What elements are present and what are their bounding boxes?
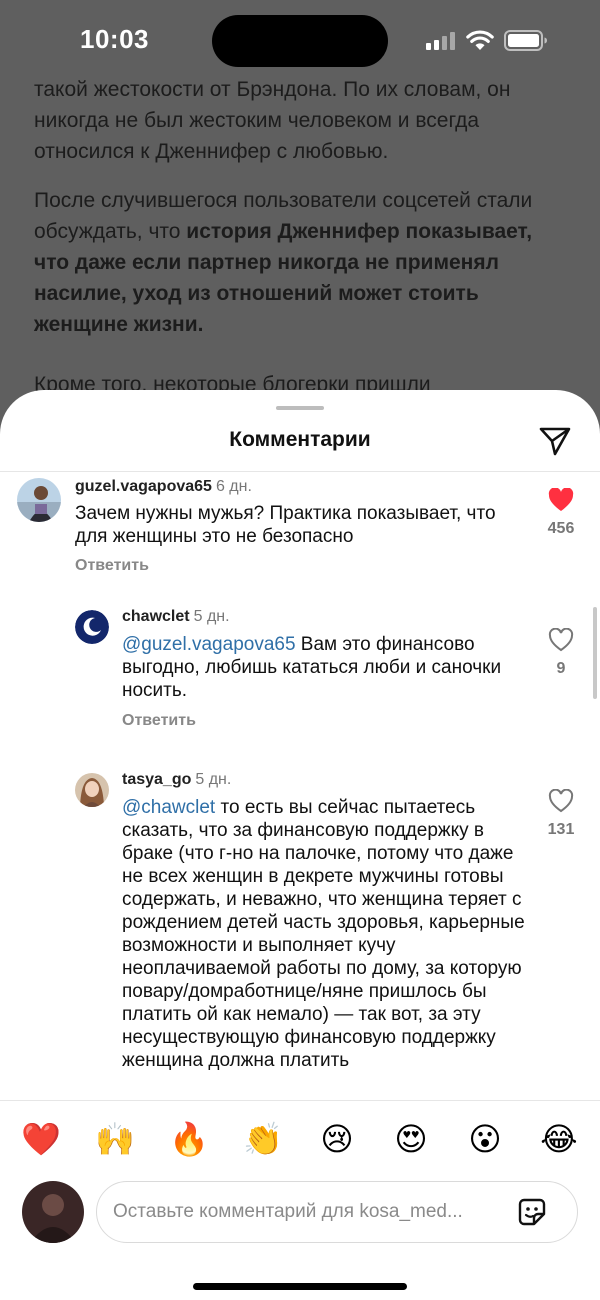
- reaction-clap[interactable]: 👏: [243, 1119, 283, 1159]
- like-group: 9: [536, 628, 586, 678]
- comment-time: 5 дн.: [193, 608, 230, 625]
- username-text: chawclet: [122, 608, 190, 625]
- reaction-cry[interactable]: 😢: [317, 1119, 357, 1159]
- scrollbar[interactable]: [593, 607, 597, 699]
- sheet-grabber[interactable]: [276, 406, 324, 410]
- comment-composer: ❤️ 🙌 🔥 👏 😢 😍 😮 😂: [0, 1100, 600, 1300]
- like-group: 131: [536, 789, 586, 839]
- battery-icon: [504, 30, 547, 51]
- reaction-surprised[interactable]: 😮: [465, 1119, 505, 1159]
- like-count: 131: [547, 821, 575, 838]
- cellular-signal-icon: [426, 32, 456, 50]
- status-bar: 10:03: [0, 0, 600, 80]
- heart-outline-icon[interactable]: [548, 628, 574, 652]
- wifi-icon: [466, 30, 494, 50]
- comment-username[interactable]: tasya_go 5 дн.: [122, 771, 231, 789]
- comment-input-box: [96, 1181, 578, 1243]
- comment: tasya_go 5 дн. @chawclet то есть вы сейча…: [0, 769, 600, 1099]
- reaction-heart-eyes[interactable]: 😍: [391, 1119, 431, 1159]
- reaction-fire[interactable]: 🔥: [169, 1119, 209, 1159]
- comment-text: Зачем нужны мужья? Практика показывает, …: [75, 503, 496, 547]
- reply-button[interactable]: Ответить: [75, 557, 149, 575]
- heart-outline-icon[interactable]: [548, 789, 574, 813]
- current-user-avatar[interactable]: [22, 1181, 84, 1243]
- comment: chawclet 5 дн. @guzel.vagapova65 Вам это …: [0, 606, 600, 766]
- mention-link[interactable]: @guzel.vagapova65: [122, 634, 296, 655]
- avatar[interactable]: [75, 773, 109, 807]
- status-time: 10:03: [80, 24, 149, 54]
- comment-username[interactable]: guzel.vagapova65 6 дн.: [75, 478, 252, 496]
- comment-input[interactable]: [113, 1182, 503, 1242]
- article-paragraph: После случившегося пользователи соцсетей…: [34, 185, 569, 340]
- reaction-laugh[interactable]: 😂: [539, 1119, 579, 1159]
- comment-body: то есть вы сейчас пытаетесь сказать, что…: [122, 797, 525, 1071]
- comments-list[interactable]: guzel.vagapova65 6 дн. Зачем нужны мужья?…: [0, 472, 600, 1099]
- share-send-icon[interactable]: [537, 423, 573, 459]
- sticker-icon[interactable]: [515, 1195, 549, 1229]
- heart-filled-icon[interactable]: [548, 488, 574, 512]
- comment-time: 5 дн.: [195, 771, 232, 788]
- comment-time: 6 дн.: [215, 478, 252, 495]
- home-indicator[interactable]: [193, 1283, 407, 1290]
- avatar[interactable]: [75, 610, 109, 644]
- article-paragraph: такой жестокости от Брэндона. По их слов…: [34, 78, 511, 163]
- quick-reactions: ❤️ 🙌 🔥 👏 😢 😍 😮 😂: [0, 1119, 600, 1159]
- comment-text: @guzel.vagapova65 Вам это финансово выго…: [122, 633, 507, 702]
- reply-button[interactable]: Ответить: [122, 712, 196, 730]
- mention-link[interactable]: @chawclet: [122, 797, 215, 818]
- comment-username[interactable]: chawclet 5 дн.: [122, 608, 230, 626]
- comment-text: @chawclet то есть вы сейчас пытаетесь ск…: [122, 796, 527, 1072]
- sheet-title: Комментарии: [229, 428, 371, 451]
- like-group: 456: [536, 488, 586, 538]
- username-text: guzel.vagapova65: [75, 478, 212, 495]
- reaction-raised-hands[interactable]: 🙌: [95, 1119, 135, 1159]
- like-count: 9: [556, 660, 566, 677]
- dynamic-island: [212, 15, 388, 67]
- comment: guzel.vagapova65 6 дн. Зачем нужны мужья?…: [0, 472, 600, 602]
- username-text: tasya_go: [122, 771, 192, 788]
- reaction-heart[interactable]: ❤️: [21, 1119, 61, 1159]
- avatar[interactable]: [17, 478, 61, 522]
- like-count: 456: [547, 520, 575, 537]
